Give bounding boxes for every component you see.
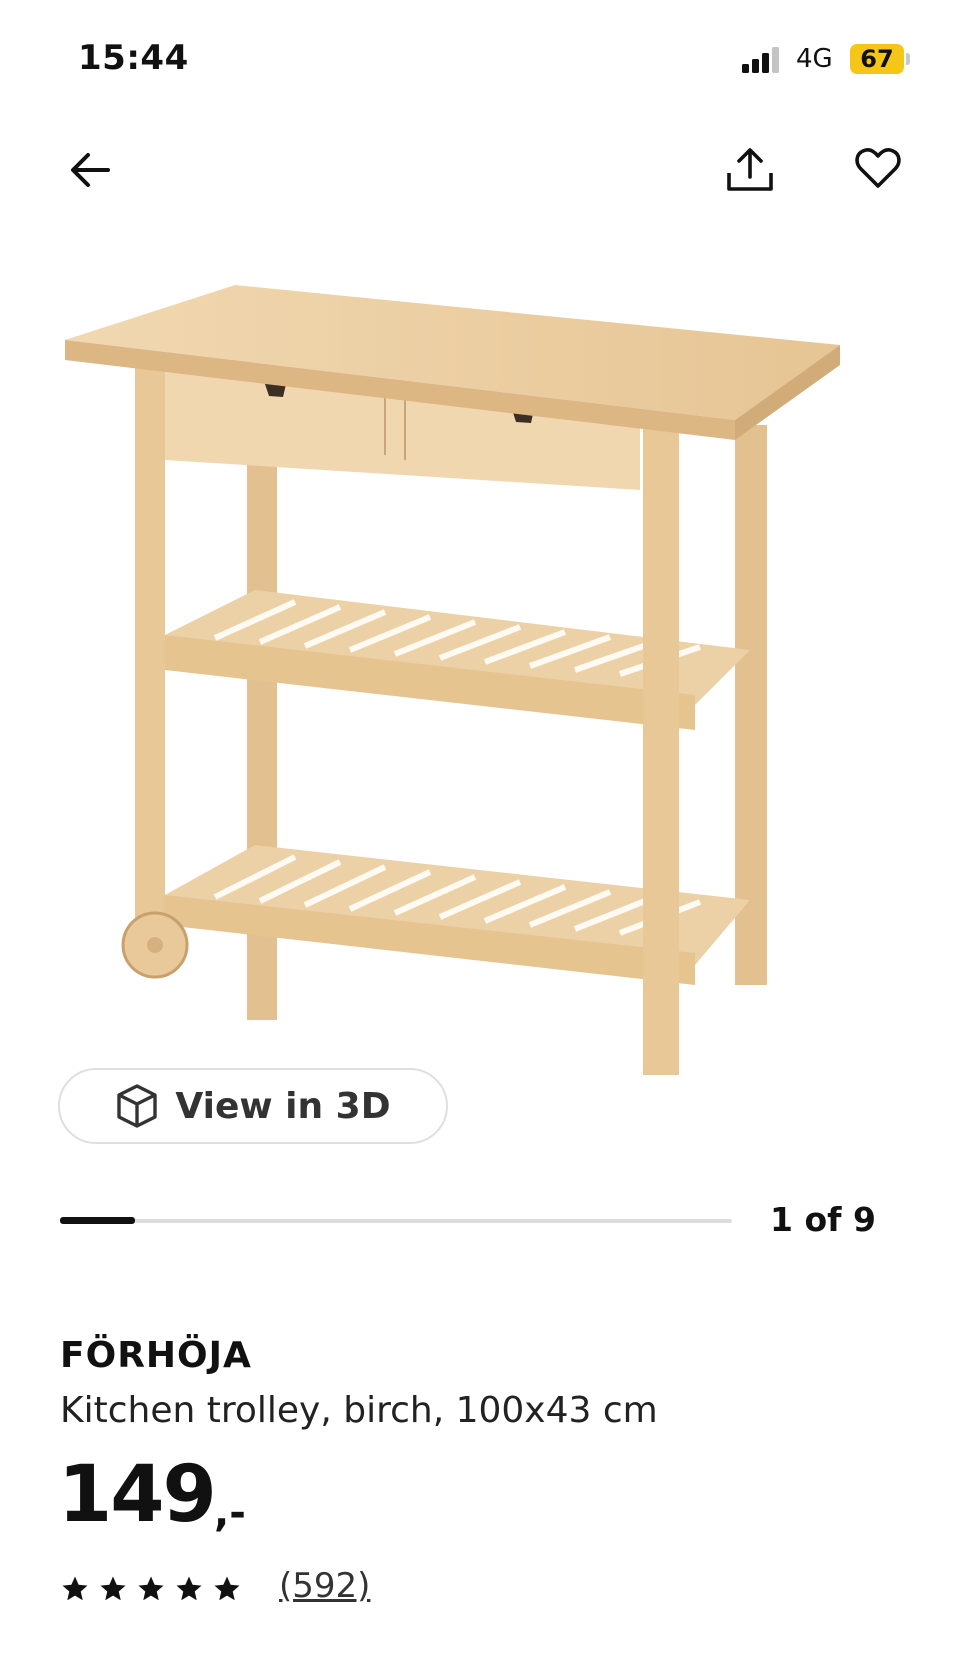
review-count-link[interactable]: (592) <box>279 1566 370 1606</box>
favorite-button[interactable] <box>848 138 908 198</box>
product-price: 149 <box>58 1450 217 1540</box>
share-button[interactable] <box>720 140 780 200</box>
star-icon <box>176 1576 202 1601</box>
view-in-3d-button[interactable]: View in 3D <box>58 1068 448 1144</box>
arrow-left-icon <box>71 153 110 187</box>
heart-icon <box>855 148 901 188</box>
share-icon <box>727 148 773 191</box>
battery-tip <box>906 53 910 65</box>
gallery-counter: 1 of 9 <box>770 1200 876 1239</box>
status-time: 15:44 <box>78 38 189 78</box>
star-icon <box>100 1576 126 1601</box>
signal-strength-icon <box>742 47 779 73</box>
price-suffix: ,- <box>214 1490 246 1536</box>
gallery-progress-fill <box>60 1217 135 1224</box>
view-in-3d-label: View in 3D <box>175 1085 391 1127</box>
rating-stars[interactable] <box>60 1574 242 1604</box>
cube-icon <box>117 1084 158 1128</box>
gallery-progress-track <box>60 1219 732 1223</box>
product-description: Kitchen trolley, birch, 100x43 cm <box>60 1390 658 1431</box>
star-icon <box>138 1576 164 1601</box>
battery-indicator: 67 <box>850 44 904 74</box>
product-name: FÖRHÖJA <box>60 1335 252 1376</box>
star-icon <box>214 1576 240 1601</box>
network-type: 4G <box>796 44 833 74</box>
star-icon <box>62 1576 88 1601</box>
product-image[interactable] <box>55 285 905 1145</box>
back-button[interactable] <box>60 140 120 200</box>
